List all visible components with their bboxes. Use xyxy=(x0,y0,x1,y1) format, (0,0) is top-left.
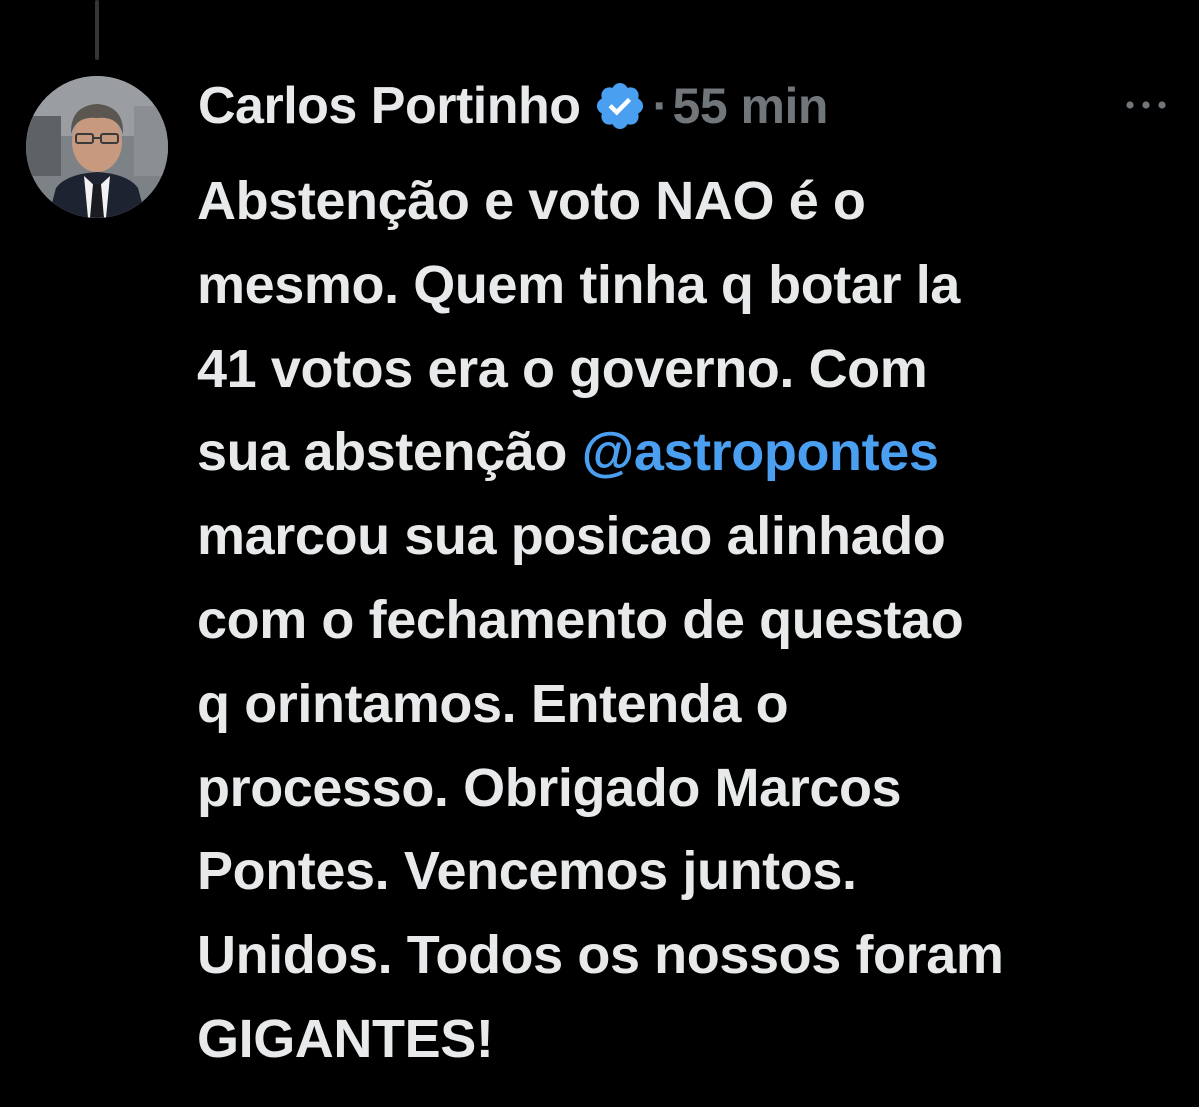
tweet-text-segment: sua abstenção xyxy=(197,422,582,483)
tweet-text-segment: com o fechamento de questao xyxy=(197,589,964,650)
avatar-photo xyxy=(26,76,168,218)
tweet-text-segment: GIGANTES! xyxy=(197,1008,494,1069)
tweet-text-line: sua abstenção @astropontes xyxy=(197,411,1177,495)
tweet-text-line: q orintamos. Entenda o xyxy=(197,663,1177,747)
tweet-text-line: Unidos. Todos os nossos foram xyxy=(197,914,1177,998)
tweet-timestamp[interactable]: 55 min xyxy=(673,77,829,135)
tweet-text-line: GIGANTES! xyxy=(197,998,1177,1082)
tweet-text: Abstenção e voto NAO é o mesmo. Quem tin… xyxy=(197,160,1177,1082)
tweet-text-segment: mesmo. Quem tinha q botar la xyxy=(197,254,960,315)
author-name[interactable]: Carlos Portinho xyxy=(198,76,581,136)
tweet-text-line: processo. Obrigado Marcos xyxy=(197,747,1177,831)
tweet-text-line: com o fechamento de questao xyxy=(197,579,1177,663)
more-horizontal-icon xyxy=(1126,101,1166,109)
thread-connector-line xyxy=(95,0,99,60)
tweet-text-line: Abstenção e voto NAO é o xyxy=(197,160,1177,244)
tweet-text-segment: marcou sua posicao alinhado xyxy=(197,506,946,567)
tweet-text-line: 41 votos era o governo. Com xyxy=(197,328,1177,412)
verified-badge-icon[interactable] xyxy=(593,79,647,133)
more-options-button[interactable] xyxy=(1118,88,1174,122)
tweet-text-line: Pontes. Vencemos juntos. xyxy=(197,830,1177,914)
tweet-text-line: marcou sua posicao alinhado xyxy=(197,495,1177,579)
tweet-text-segment: Pontes. Vencemos juntos. xyxy=(197,841,857,902)
tweet-text-segment: Abstenção e voto NAO é o xyxy=(197,171,866,231)
tweet-text-segment: 41 votos era o governo. Com xyxy=(197,338,928,399)
avatar[interactable] xyxy=(26,76,168,218)
tweet-text-line: mesmo. Quem tinha q botar la xyxy=(197,244,1177,328)
mention-link[interactable]: @astropontes xyxy=(582,422,939,482)
tweet-text-segment: Unidos. Todos os nossos foram xyxy=(197,925,1004,986)
tweet-header: Carlos Portinho · 55 min xyxy=(198,70,828,142)
header-separator: · xyxy=(652,79,669,133)
tweet-text-segment: q orintamos. Entenda o xyxy=(197,673,789,734)
tweet-text-segment: processo. Obrigado Marcos xyxy=(197,757,902,818)
